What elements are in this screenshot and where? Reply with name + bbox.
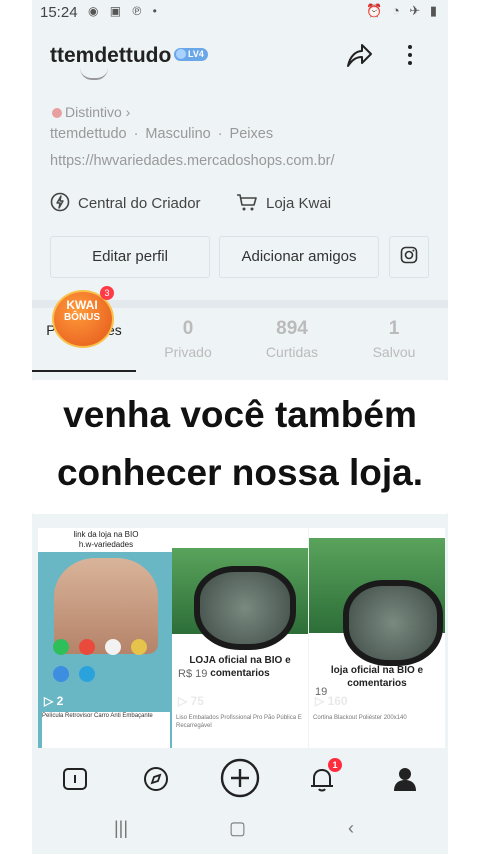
saved-label: Salvou (372, 344, 416, 360)
car-mirror-photo (194, 566, 296, 650)
username: ttemdettudo (50, 44, 172, 67)
video-thumbnail[interactable]: LOJA oficial na BIO e comentarios R$ 19 … (172, 528, 308, 748)
cart-icon (237, 194, 257, 211)
home-button-icon[interactable]: ▢ (229, 818, 246, 839)
phone-screen: 15:24 ◉ ▣ ℗ • ⏰ ◔ ✈ ▮ ttemdettudo LV4 Di… (32, 0, 448, 854)
play-count-value: 2 (56, 694, 64, 708)
saved-count: 1 (388, 318, 400, 339)
phone-app-icon (53, 639, 69, 655)
info-separator: · (217, 126, 223, 142)
play-count: ▷ 160 (315, 694, 348, 708)
bonus-count-badge: 3 (100, 286, 114, 300)
tab-private[interactable]: 0 Privado (138, 318, 238, 360)
tab-saved[interactable]: 1 Salvou (344, 318, 444, 360)
notification-badge: 1 (328, 758, 342, 772)
share-icon[interactable] (344, 40, 374, 70)
system-navigation: ||| ▢ ‹ (32, 806, 448, 854)
info-separator: · (133, 126, 139, 142)
profile-url[interactable]: https://hwvariedades.mercadoshops.com.br… (50, 153, 335, 169)
play-count-value: 160 (327, 694, 348, 708)
status-time: 15:24 (40, 4, 78, 21)
create-icon[interactable] (218, 756, 262, 800)
system-status-icons: ⏰ ◔ ✈ ▮ (366, 3, 440, 18)
tab-liked[interactable]: 894 Curtidas (242, 318, 342, 360)
store-app-icon (105, 639, 121, 655)
video-thumbnail[interactable]: link da loja na BIO h.w-variedades ▷ 2 P… (38, 528, 174, 748)
product-title: Película Retrovisor Carro Anti Embaçante (42, 712, 170, 748)
badge-dot-icon (52, 108, 62, 118)
creator-center-link[interactable]: Central do Criador (50, 192, 201, 212)
kwai-store-link[interactable]: Loja Kwai (236, 192, 331, 212)
distintivo-link[interactable]: Distintivo › (52, 104, 130, 120)
publications-grid: link da loja na BIO h.w-variedades ▷ 2 P… (32, 528, 448, 750)
product-title: Cortina Blackout Poliéster 200x140 (313, 715, 407, 721)
lightning-icon (50, 192, 70, 212)
bonus-line1: KWAI (66, 298, 98, 312)
back-icon[interactable]: ‹ (348, 818, 354, 839)
creator-center-label: Central do Criador (78, 195, 201, 212)
recent-apps-icon[interactable]: ||| (114, 818, 128, 839)
notification-icons: ◉ ▣ ℗ • (88, 4, 161, 18)
liked-label: Curtidas (265, 344, 319, 360)
thumbnail-caption: loja oficial na BIO e comentarios (330, 665, 424, 689)
instagram-icon (400, 246, 418, 264)
info-gender: Masculino (145, 126, 211, 142)
private-label: Privado (164, 344, 212, 360)
app-icon (79, 639, 95, 655)
app-icons (48, 636, 164, 690)
kwai-bonus-button[interactable]: KWAI BÔNUS 3 (50, 286, 114, 348)
more-options-icon[interactable] (404, 42, 416, 70)
google-ads-icon (53, 666, 69, 682)
distintivo-label: Distintivo › (65, 104, 131, 120)
play-count: ▷ 75 (178, 694, 204, 708)
play-count: ▷ 2 (44, 694, 64, 708)
bonus-line2: BÔNUS (63, 312, 101, 323)
info-sign: Peixes (229, 126, 274, 142)
product-title: Liso Embalados Profissional Pro Pão Públ… (176, 715, 302, 729)
bottom-nav: 1 (32, 752, 448, 806)
play-count-value: 75 (190, 694, 204, 708)
kwai-store-label: Loja Kwai (266, 195, 332, 212)
overlay-line-1: venha você também (63, 394, 417, 435)
video-thumbnail[interactable]: loja oficial na BIO e comentarios 19 ▷ 1… (309, 528, 445, 748)
profile-info: ttemdettudo · Masculino · Peixes (50, 126, 273, 142)
overlay-line-2: conhecer nossa loja. (56, 452, 424, 493)
home-icon[interactable] (58, 762, 92, 796)
liked-count: 894 (276, 318, 308, 339)
status-bar: 15:24 ◉ ▣ ℗ • ⏰ ◔ ✈ ▮ (32, 0, 448, 26)
instagram-button[interactable] (389, 236, 429, 278)
telegram-icon (79, 666, 95, 682)
price: R$ 19 (178, 668, 208, 680)
private-count: 0 (182, 318, 194, 339)
mercado-livre-icon (131, 639, 147, 655)
video-caption-overlay: venha você também conhecer nossa loja. (32, 380, 448, 514)
discover-icon[interactable] (139, 762, 173, 796)
info-handle: ttemdettudo (50, 126, 127, 142)
active-tab-indicator (32, 370, 136, 372)
profile-icon[interactable] (388, 762, 422, 796)
thumbnail-caption: link da loja na BIO h.w-variedades (38, 528, 174, 552)
edit-profile-button[interactable]: Editar perfil (50, 236, 210, 278)
car-mirror-photo (343, 580, 443, 666)
level-badge[interactable]: LV4 (174, 48, 208, 61)
add-friends-button[interactable]: Adicionar amigos (219, 236, 379, 278)
left-letterbox (0, 0, 32, 854)
right-letterbox (448, 0, 480, 854)
